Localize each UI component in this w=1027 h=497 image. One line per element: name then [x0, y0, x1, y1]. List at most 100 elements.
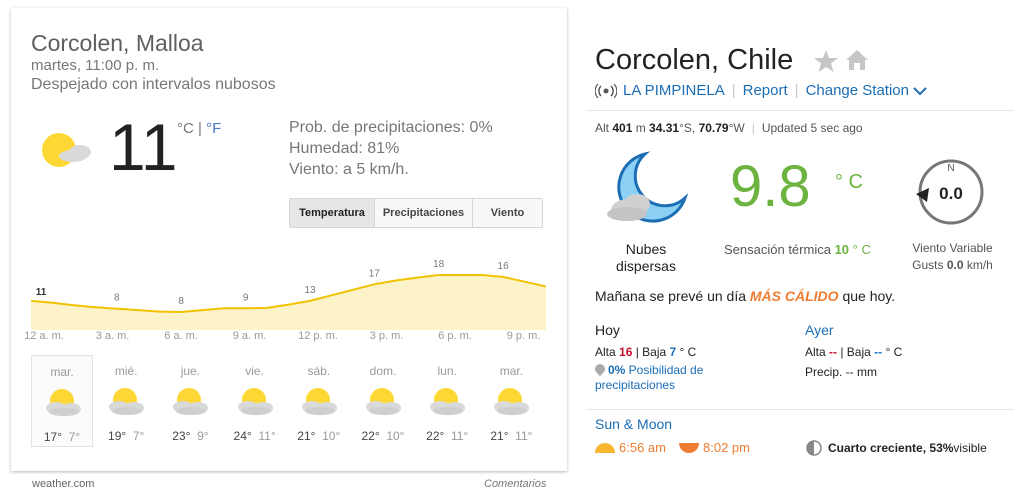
- today-hi-label: Alta: [595, 345, 620, 359]
- day-low: 10°: [386, 429, 405, 443]
- hour-temp-label: 8: [178, 296, 184, 307]
- weather-details: Prob. de precipitaciones: 0% Humedad: 81…: [289, 117, 493, 180]
- current-temperature: 11: [109, 110, 178, 184]
- unit-toggle: °C | °F: [177, 120, 221, 137]
- day-item[interactable]: sáb. 21° 10°: [288, 355, 350, 447]
- day-temps: 21° 10°: [288, 429, 350, 443]
- separator: |: [794, 82, 799, 99]
- sunrise-time: 6:56 am: [619, 440, 666, 455]
- yest-sep: | Baja: [837, 345, 875, 359]
- daily-forecast: mar. 17° 7° mié. 19° 7° jue. 23° 9° vie. 24° 11…: [31, 355, 551, 450]
- station-name-link[interactable]: LA PIMPINELA: [623, 82, 725, 99]
- alt-unit: m: [632, 121, 650, 135]
- hour-temp-label: 18: [433, 260, 445, 270]
- tomorrow-pre: Mañana se prevé un día: [595, 288, 750, 304]
- alt-value: 401: [612, 121, 633, 135]
- tab-temperature[interactable]: Temperatura: [290, 199, 375, 227]
- sunrise-icon: [595, 442, 615, 453]
- hour-label: 9 p. m.: [506, 330, 541, 342]
- day-name: sáb.: [307, 364, 331, 378]
- day-item[interactable]: mié. 19° 7°: [95, 355, 157, 447]
- yest-lo: --: [874, 345, 883, 359]
- tab-wind[interactable]: Viento: [473, 199, 542, 227]
- moon-phase-text: Cuarto creciente,: [828, 441, 927, 455]
- hour-temp-label: 9: [243, 292, 249, 303]
- feels-like: Sensación térmica 10 ° C: [724, 242, 871, 257]
- tab-precipitation[interactable]: Precipitaciones: [375, 199, 473, 227]
- partly-cloudy-icon: [42, 133, 91, 167]
- precip-probability: Prob. de precipitaciones: 0%: [289, 119, 493, 136]
- condition-text: Nubes dispersas: [592, 241, 700, 275]
- temp-unit: ° C: [835, 171, 863, 193]
- station-meta: Alt 401 m 34.31°S, 70.79°W | Updated 5 sec…: [595, 121, 863, 135]
- chevron-down-icon[interactable]: [912, 86, 928, 96]
- today-unit: ° C: [676, 345, 697, 359]
- day-low: 11°: [258, 429, 276, 443]
- day-item[interactable]: mar. 17° 7°: [31, 355, 93, 447]
- sun-moon-heading[interactable]: Sun & Moon: [595, 416, 672, 432]
- precip-chance: 0% Posibilidad de precipitaciones: [592, 361, 755, 393]
- day-name: lun.: [437, 364, 457, 378]
- feels-value: 10: [834, 242, 850, 257]
- weather-com-brand[interactable]: weather.com: [32, 478, 94, 490]
- lat-value: 34.31: [649, 121, 680, 135]
- separator: |: [731, 82, 736, 99]
- wind-compass-icon: N 0.0: [916, 159, 984, 225]
- wind-variable: Viento Variable: [912, 241, 993, 255]
- day-name: dom.: [369, 364, 397, 378]
- updated-text: Updated 5 sec ago: [761, 121, 863, 135]
- day-low: 11°: [515, 429, 533, 443]
- partly-cloudy-icon: [301, 388, 337, 415]
- lon-value: 70.79: [698, 121, 729, 135]
- feedback-link[interactable]: Comentarios: [484, 478, 546, 490]
- partly-cloudy-icon: [46, 389, 81, 416]
- compass-north-label: N: [947, 163, 954, 174]
- day-item[interactable]: lun. 22° 11°: [416, 355, 478, 447]
- day-temps: 23° 9°: [159, 429, 221, 443]
- hour-temp-label: 8: [114, 293, 120, 304]
- hour-temp-label: 13: [304, 285, 316, 296]
- unit-fahrenheit[interactable]: °F: [206, 120, 221, 137]
- chart-tabs: Temperatura Precipitaciones Viento: [289, 198, 543, 228]
- day-temps: 17° 7°: [32, 430, 92, 444]
- yest-hi-label: Alta: [805, 345, 830, 359]
- sunset: 8:02 pm: [679, 440, 750, 455]
- tomorrow-key: MÁS CÁLIDO: [749, 288, 839, 304]
- home-icon[interactable]: [845, 48, 869, 72]
- day-item[interactable]: vie. 24° 11°: [224, 355, 286, 447]
- day-item[interactable]: dom. 22° 10°: [352, 355, 414, 447]
- gusts-unit: km/h: [963, 258, 993, 272]
- moon-phase-icon: [806, 440, 822, 456]
- feels-label: Sensación térmica: [724, 242, 835, 257]
- current-datetime: martes, 11:00 p. m.: [31, 57, 160, 74]
- yesterday-heading[interactable]: Ayer: [805, 322, 834, 338]
- condition-line: dispersas: [616, 258, 676, 274]
- day-low: 11°: [450, 429, 469, 443]
- day-name: vie.: [245, 364, 264, 378]
- gusts-value: 0.0: [946, 258, 964, 272]
- hour-label: 6 a. m.: [164, 330, 198, 342]
- partly-cloudy-icon: [109, 388, 145, 415]
- precip-pct: 0%: [608, 363, 626, 377]
- partly-cloudy-icon: [430, 388, 466, 415]
- day-high: 22°: [426, 429, 445, 443]
- yesterday-hilo: Alta -- | Baja -- ° C: [805, 345, 902, 359]
- day-high: 22°: [361, 429, 380, 443]
- feels-unit: ° C: [849, 242, 871, 257]
- day-item[interactable]: mar. 21° 11°: [480, 355, 542, 447]
- today-heading: Hoy: [595, 322, 620, 338]
- wind-speed: 0.0: [939, 184, 963, 203]
- unit-separator: |: [193, 120, 207, 137]
- unit-celsius[interactable]: °C: [177, 120, 194, 137]
- report-link[interactable]: Report: [743, 82, 788, 99]
- favorite-star-icon[interactable]: [813, 48, 839, 74]
- divider: [587, 409, 1014, 410]
- day-name: jue.: [180, 364, 201, 378]
- station-row: LA PIMPINELA | Report | Change Station: [595, 82, 928, 99]
- change-station-link[interactable]: Change Station: [806, 82, 909, 99]
- alt-label: Alt: [595, 121, 613, 135]
- day-item[interactable]: jue. 23° 9°: [159, 355, 221, 447]
- raindrop-icon: [592, 361, 608, 377]
- humidity: Humedad: 81%: [289, 140, 400, 157]
- yest-unit: ° C: [882, 345, 903, 359]
